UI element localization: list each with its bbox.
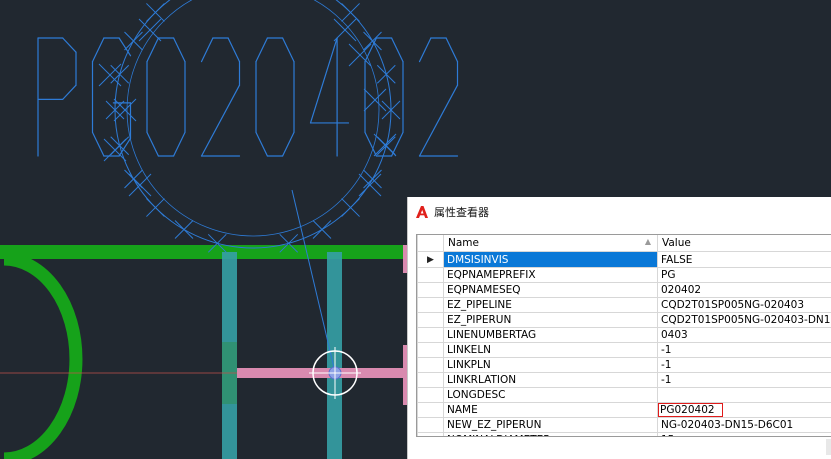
property-value-cell[interactable]: 0403 [657,327,831,343]
hatch-x-mark[interactable] [341,198,360,217]
hatch-x-mark[interactable] [312,220,332,239]
property-row[interactable]: NAME PG020402 [417,402,831,418]
hatch-x-mark[interactable] [358,173,382,197]
hatch-x-mark[interactable] [376,64,396,84]
hatch-x-mark[interactable] [110,64,130,84]
green-pipe-horizontal[interactable] [0,245,410,259]
property-value-cell[interactable]: FALSE [657,251,831,268]
property-row[interactable]: EZ_PIPELINE CQD2T01SP005NG-020403 [417,297,831,313]
property-name-cell[interactable]: EZ_PIPERUN [443,312,658,328]
row-selector[interactable] [417,357,444,373]
property-value-cell[interactable]: PG020402 [657,402,831,418]
highlighted-value: PG020402 [658,403,723,417]
hatch-x-mark[interactable] [341,3,360,22]
tag-hatch-inner-circle[interactable] [126,0,380,237]
row-selector[interactable] [417,297,444,313]
tag-glyph[interactable] [418,37,459,157]
property-row[interactable]: EQPNAMEPREFIX PG [417,267,831,283]
property-value-cell[interactable]: -1 [657,357,831,373]
property-name-cell[interactable]: LINKRLATION [443,372,658,388]
current-row-pointer-icon: ▶ [427,255,434,265]
hatch-x-mark[interactable] [98,63,122,87]
row-selector[interactable] [417,372,444,388]
property-value-cell[interactable]: NG-020403-DN15-D6C01 [657,417,831,433]
hatch-x-mark[interactable] [174,220,194,239]
row-selector[interactable]: ▶ [417,251,444,268]
property-name-cell[interactable]: EQPNAMEPREFIX [443,267,658,283]
property-value-cell[interactable]: -1 [657,342,831,358]
hatch-x-mark[interactable] [363,88,387,112]
sort-ascending-icon[interactable]: ▲ [645,237,651,246]
row-selector[interactable] [417,282,444,298]
property-value-cell[interactable]: -1 [657,372,831,388]
property-name-cell[interactable]: EZ_PIPELINE [443,297,658,313]
property-value-cell[interactable]: CQD2T01SP005NG-020403-DN15-D6 [657,312,831,328]
hatch-x-mark[interactable] [363,169,382,189]
property-name-cell[interactable]: EQPNAMESEQ [443,282,658,298]
tag-glyph[interactable] [146,37,186,157]
equipment-tag-text[interactable] [37,0,459,253]
property-row[interactable]: LINENUMBERTAG 0403 [417,327,831,343]
property-row[interactable]: LINKELN -1 [417,342,831,358]
property-row[interactable]: LONGDESC [417,387,831,403]
property-name-cell[interactable]: NAME [443,402,658,418]
hatch-x-mark[interactable] [146,198,165,217]
property-name-cell[interactable]: DMSISINVIS [443,251,658,268]
value-column-header[interactable]: Value [657,235,831,252]
property-name-cell[interactable]: LONGDESC [443,387,658,403]
hatch-x-mark[interactable] [128,173,152,197]
autocad-a-icon [416,206,428,218]
hatch-x-mark[interactable] [124,31,143,51]
property-value-cell[interactable]: CQD2T01SP005NG-020403 [657,297,831,313]
property-grid[interactable]: Name ▲ Value ▶ DMSISINVIS FALSE EQPNAMEPREFI… [416,234,831,437]
property-row[interactable]: LINKRLATION -1 [417,372,831,388]
tag-glyph[interactable] [91,37,132,157]
property-value-cell[interactable]: 020402 [657,282,831,298]
panel-title-bar: 属性查看器 [408,197,831,227]
row-selector[interactable] [417,417,444,433]
hatch-x-mark[interactable] [146,3,165,22]
property-row[interactable]: NEW_EZ_PIPERUN NG-020403-DN15-D6C01 [417,417,831,433]
property-value-cell[interactable]: PG [657,267,831,283]
tag-hatch-circle[interactable] [114,0,392,249]
row-selector[interactable] [417,312,444,328]
tag-glyph[interactable] [255,37,295,157]
tag-glyph[interactable] [200,37,241,157]
hatch-x-mark[interactable] [373,133,397,157]
scrollbar-corner[interactable] [826,439,831,455]
hatch-x-mark[interactable] [333,18,357,42]
panel-title: 属性查看器 [434,206,489,219]
row-selector[interactable] [417,387,444,403]
row-selector[interactable] [417,432,444,436]
property-value-cell[interactable] [657,387,831,403]
name-column-header[interactable]: Name ▲ [443,235,658,252]
row-selector[interactable] [417,267,444,283]
green-pipe-arc[interactable] [3,252,83,459]
row-selector[interactable] [417,342,444,358]
property-row[interactable]: NOMINALDIAMETER15 [417,432,831,436]
property-name-cell[interactable]: LINKPLN [443,357,658,373]
row-selector-header [417,235,444,252]
property-row[interactable]: LINKPLN -1 [417,357,831,373]
property-row[interactable]: EZ_PIPERUNCQD2T01SP005NG-020403-DN15-D6 [417,312,831,328]
row-selector[interactable] [417,402,444,418]
tag-glyph[interactable] [309,37,350,157]
property-name-cell[interactable]: LINKELN [443,342,658,358]
row-selector[interactable] [417,327,444,343]
property-name-cell[interactable]: LINENUMBERTAG [443,327,658,343]
property-row[interactable]: EQPNAMESEQ 020402 [417,282,831,298]
property-value-cell[interactable]: 15 [657,432,831,436]
property-name-cell[interactable]: NOMINALDIAMETER [443,432,658,436]
tag-glyph[interactable] [364,37,404,157]
property-row[interactable]: ▶ DMSISINVIS FALSE [417,251,831,268]
property-name-cell[interactable]: NEW_EZ_PIPERUN [443,417,658,433]
tag-glyph[interactable] [37,37,77,157]
grid-header-row: Name ▲ Value [417,235,831,252]
property-viewer-panel: 属性查看器 Name ▲ Value ▶ DMSISINVIS FALSE EQPNAM… [407,197,831,459]
